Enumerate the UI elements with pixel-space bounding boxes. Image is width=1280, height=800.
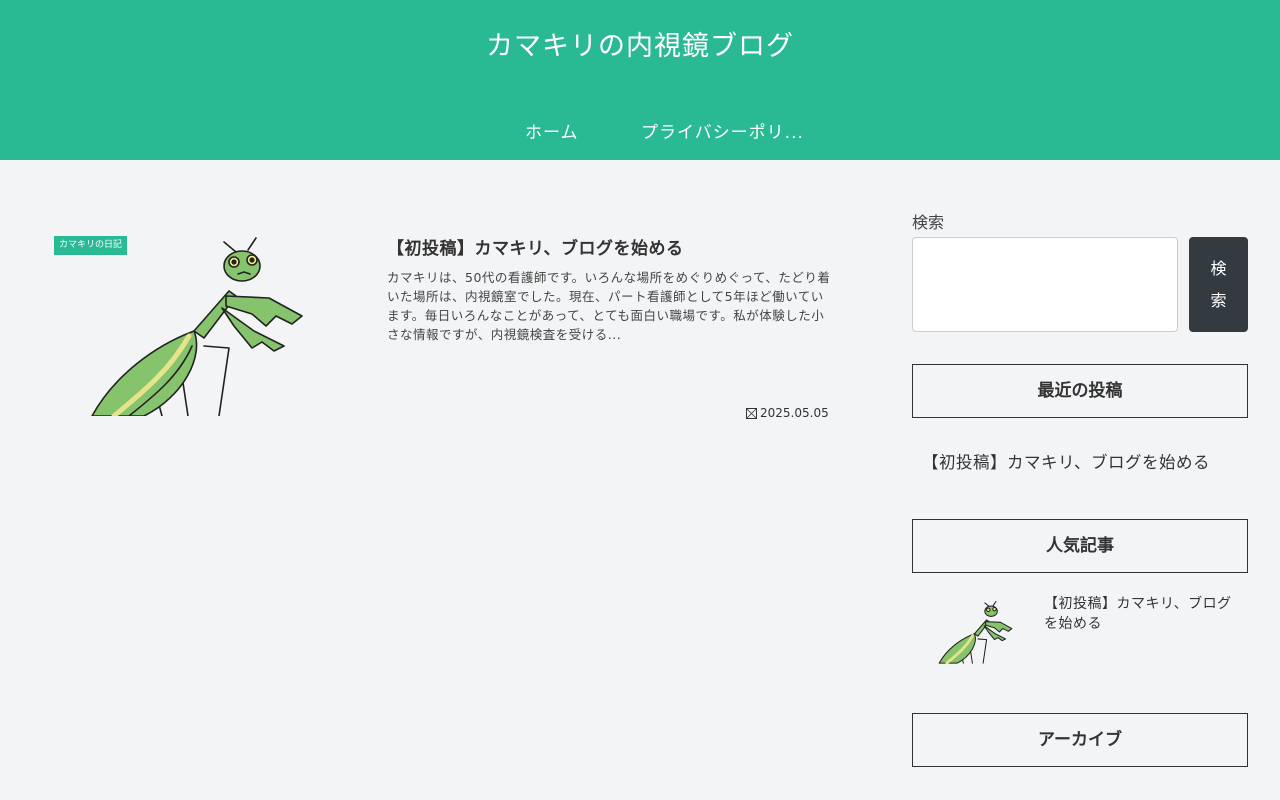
category-badge[interactable]: カマキリの日記 <box>54 236 128 255</box>
clock-icon <box>746 407 757 419</box>
post-date-text: 2025.05.05 <box>760 406 829 420</box>
recent-post-link[interactable]: 【初投稿】カマキリ、ブログを始める <box>922 449 1210 473</box>
mantis-illustration-icon <box>938 601 1013 665</box>
post-date: 2025.05.05 <box>746 406 829 420</box>
mantis-illustration-icon <box>91 237 303 416</box>
archive-heading: アーカイブ <box>912 713 1248 767</box>
popular-post-thumbnail[interactable] <box>926 596 1016 668</box>
search-input[interactable] <box>912 237 1178 332</box>
nav-item-home[interactable]: ホーム <box>525 118 579 143</box>
popular-post-link[interactable]: 【初投稿】カマキリ、ブログを始める <box>1044 594 1244 634</box>
search-button[interactable]: 検索 <box>1189 237 1248 332</box>
site-header: カマキリの内視鏡ブログ ホーム プライバシーポリ... <box>0 0 1280 160</box>
post-title[interactable]: 【初投稿】カマキリ、ブログを始める <box>387 234 683 259</box>
site-title[interactable]: カマキリの内視鏡ブログ <box>0 24 1280 63</box>
search-label: 検索 <box>912 213 945 232</box>
recent-posts-heading: 最近の投稿 <box>912 364 1248 418</box>
post-snippet: カマキリは、50代の看護師です。いろんな場所をめぐりめぐって、たどり着いた場所は… <box>387 270 831 342</box>
nav-item-privacy-policy[interactable]: プライバシーポリ... <box>641 118 804 143</box>
popular-posts-heading: 人気記事 <box>912 519 1248 573</box>
post-thumbnail[interactable] <box>54 236 314 416</box>
